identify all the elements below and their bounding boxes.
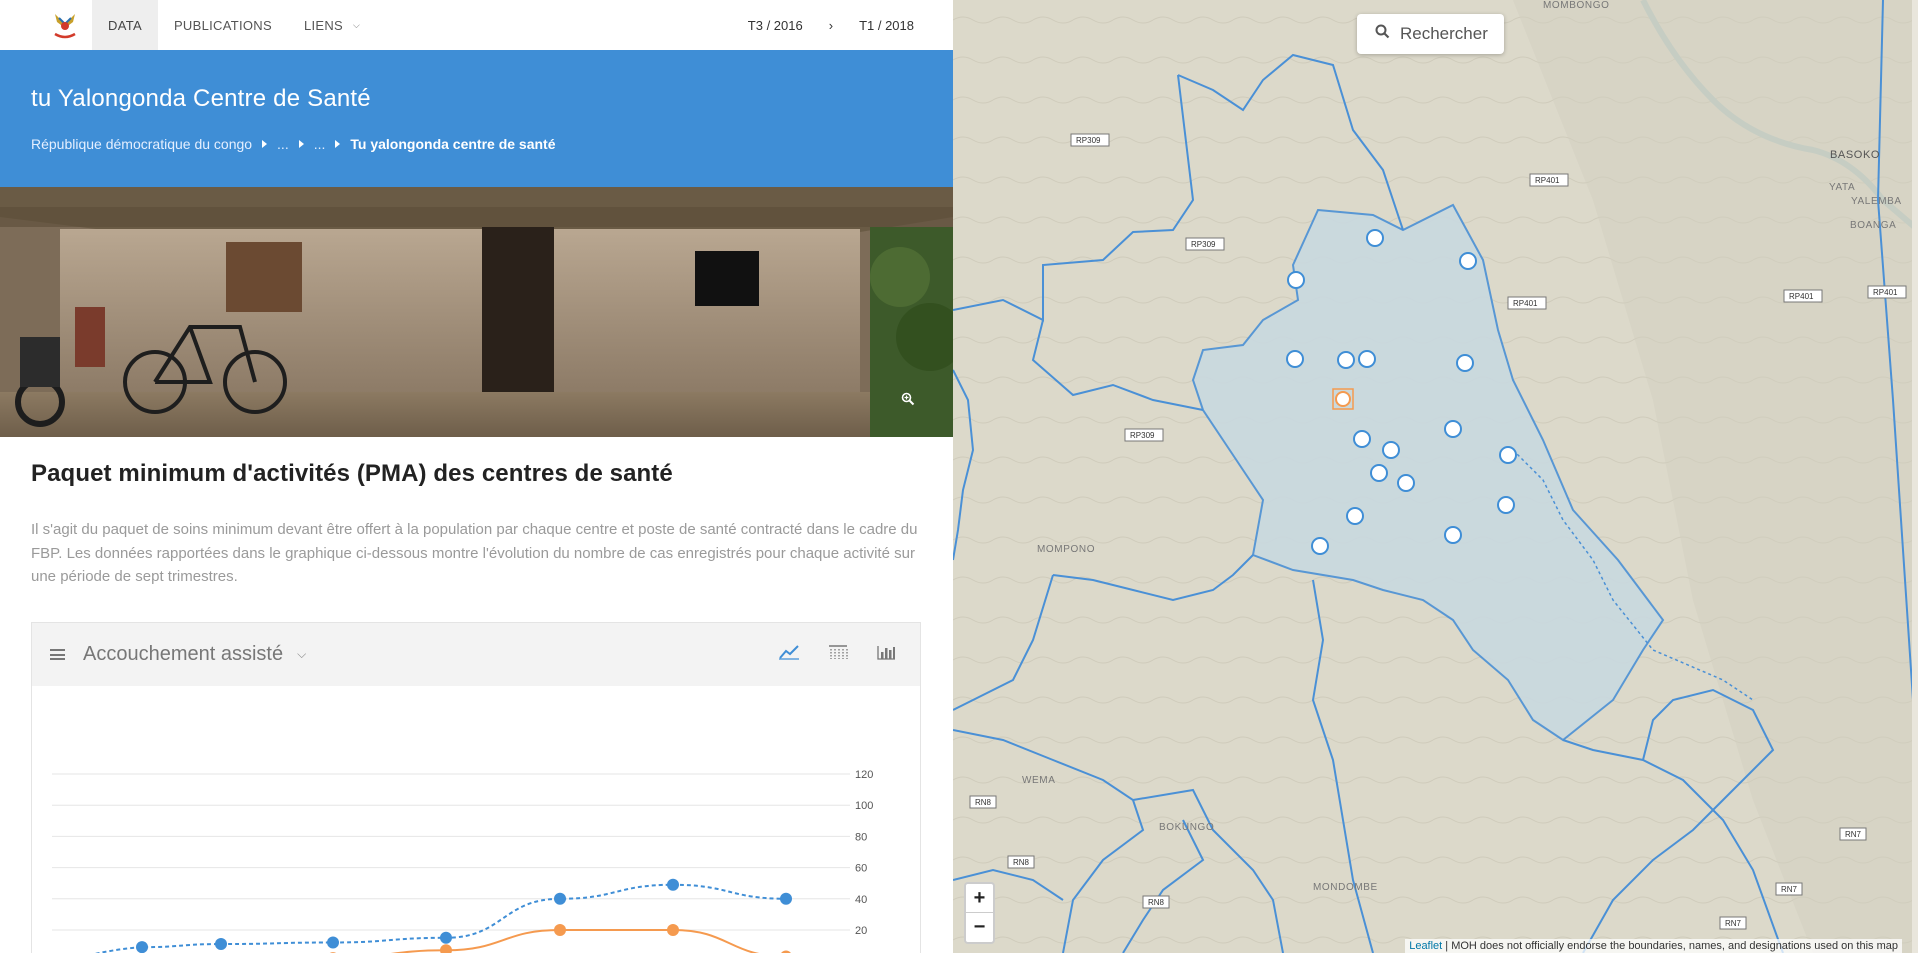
left-panel: DATA PUBLICATIONS LIENS ⌵ T3 / 2016 › T1 … bbox=[0, 0, 953, 953]
y-tick-label: 120 bbox=[855, 769, 873, 781]
y-tick-label: 100 bbox=[855, 800, 873, 812]
y-tick-label: 60 bbox=[855, 863, 867, 875]
data-point[interactable] bbox=[136, 941, 148, 953]
data-point[interactable] bbox=[440, 944, 452, 953]
section-title: Paquet minimum d'activités (PMA) des cen… bbox=[31, 460, 673, 487]
tab-publications[interactable]: PUBLICATIONS bbox=[158, 0, 288, 50]
data-point[interactable] bbox=[554, 892, 566, 905]
place-label: YATA bbox=[1829, 182, 1855, 193]
pma-section: Paquet minimum d'activités (PMA) des cen… bbox=[31, 460, 921, 589]
data-point[interactable] bbox=[327, 936, 339, 949]
tab-data[interactable]: DATA bbox=[92, 0, 158, 50]
period-selector: T3 / 2016 › T1 / 2018 bbox=[748, 0, 914, 50]
road-label: RP401 bbox=[1789, 292, 1814, 301]
line-chart-icon[interactable] bbox=[778, 644, 800, 665]
tab-data-label: DATA bbox=[108, 17, 142, 33]
series-line bbox=[94, 883, 787, 953]
period-end[interactable]: T1 / 2018 bbox=[859, 18, 914, 33]
line-chart-plot: 120 100 80 60 40 20 bbox=[52, 769, 873, 953]
caret-right-icon bbox=[298, 140, 304, 148]
page-header: tu Yalongonda Centre de Santé République… bbox=[0, 50, 953, 187]
chart-view-toggle bbox=[778, 644, 896, 665]
road-label: RP401 bbox=[1873, 288, 1898, 297]
leaflet-link[interactable]: Leaflet bbox=[1409, 940, 1442, 952]
indicator-select[interactable]: Accouchement assisté bbox=[83, 643, 283, 666]
tab-liens[interactable]: LIENS ⌵ bbox=[288, 0, 376, 50]
period-start[interactable]: T3 / 2016 bbox=[748, 18, 803, 33]
breadcrumb-item-country[interactable]: République démocratique du congo bbox=[31, 136, 252, 152]
data-point[interactable] bbox=[780, 892, 792, 905]
road-label: RN8 bbox=[1148, 898, 1165, 907]
road-label: RN7 bbox=[1725, 919, 1742, 928]
data-point[interactable] bbox=[554, 924, 566, 936]
caret-right-icon bbox=[335, 140, 341, 148]
place-label: MOMPONO bbox=[1037, 544, 1095, 555]
drc-coat-of-arms-logo[interactable] bbox=[38, 0, 92, 50]
health-center-photo[interactable] bbox=[0, 187, 953, 437]
search-icon bbox=[1375, 24, 1390, 44]
breadcrumb-item-current: Tu yalongonda centre de santé bbox=[350, 136, 556, 152]
place-label: YALEMBA bbox=[1851, 196, 1902, 207]
indicator-chart-card: Accouchement assisté ⌵ 120 100 80 60 40 20 bbox=[31, 622, 921, 953]
zoom-in-button[interactable]: + bbox=[966, 884, 993, 913]
chevron-down-icon: ⌵ bbox=[353, 19, 361, 30]
y-tick-label: 20 bbox=[855, 925, 867, 937]
breadcrumb-item-province[interactable]: ... bbox=[277, 136, 289, 152]
zoom-in-icon[interactable] bbox=[901, 392, 915, 411]
place-label: MOMBONGO bbox=[1543, 0, 1609, 11]
zoom-out-button[interactable]: − bbox=[966, 913, 993, 942]
map-view[interactable]: MOMBONGO BASOKO YATA YALEMBA BOANGA MOMP… bbox=[953, 0, 1918, 953]
series-line bbox=[390, 929, 760, 953]
map-search-box[interactable]: Rechercher bbox=[1357, 14, 1504, 54]
menu-icon[interactable] bbox=[50, 649, 65, 660]
road-label: RP309 bbox=[1130, 431, 1155, 440]
page-title: tu Yalongonda Centre de Santé bbox=[31, 85, 371, 112]
road-label: RP401 bbox=[1513, 299, 1538, 308]
y-tick-label: 40 bbox=[855, 894, 867, 906]
breadcrumb: République démocratique du congo ... ...… bbox=[31, 136, 556, 152]
road-label: RN7 bbox=[1845, 830, 1862, 839]
data-point[interactable] bbox=[667, 924, 679, 936]
tab-liens-label: LIENS bbox=[303, 17, 344, 33]
search-placeholder: Rechercher bbox=[1400, 24, 1488, 43]
map-canvas[interactable]: MOMBONGO BASOKO YATA YALEMBA BOANGA MOMP… bbox=[953, 0, 1918, 953]
map-attribution: Leaflet | MOH does not officially endors… bbox=[1405, 939, 1902, 953]
y-tick-label: 80 bbox=[855, 831, 867, 843]
map-zoom-control: + − bbox=[964, 882, 995, 944]
bar-chart-icon[interactable] bbox=[876, 644, 896, 665]
place-label: WEMA bbox=[1022, 775, 1056, 786]
road-label: RP309 bbox=[1191, 240, 1216, 249]
road-label: RN8 bbox=[1013, 858, 1030, 867]
road-label: RP309 bbox=[1076, 136, 1101, 145]
chart-header: Accouchement assisté ⌵ bbox=[32, 623, 920, 686]
place-label: BOANGA bbox=[1850, 220, 1896, 231]
chevron-right-icon: › bbox=[828, 17, 834, 33]
table-columns-icon[interactable] bbox=[828, 644, 848, 665]
caret-right-icon bbox=[262, 140, 268, 148]
map-edge bbox=[1912, 0, 1918, 953]
breadcrumb-item-zone[interactable]: ... bbox=[314, 136, 326, 152]
road-label: RN8 bbox=[975, 798, 992, 807]
chevron-down-icon[interactable]: ⌵ bbox=[297, 647, 306, 662]
road-label: RN7 bbox=[1781, 885, 1798, 894]
data-point[interactable] bbox=[440, 931, 452, 944]
attribution-text: | MOH does not officially endorse the bo… bbox=[1442, 940, 1898, 952]
road-label: RP401 bbox=[1535, 176, 1560, 185]
data-point[interactable] bbox=[215, 938, 227, 951]
place-label: BOKUNGO bbox=[1159, 822, 1214, 833]
top-navbar: DATA PUBLICATIONS LIENS ⌵ T3 / 2016 › T1 … bbox=[0, 0, 953, 50]
data-point[interactable] bbox=[667, 878, 679, 891]
section-description: Il s'agit du paquet de soins minimum dev… bbox=[31, 521, 918, 585]
place-label: BASOKO bbox=[1830, 149, 1880, 161]
tab-publications-label: PUBLICATIONS bbox=[173, 17, 272, 33]
place-label: MONDOMBE bbox=[1313, 882, 1378, 893]
